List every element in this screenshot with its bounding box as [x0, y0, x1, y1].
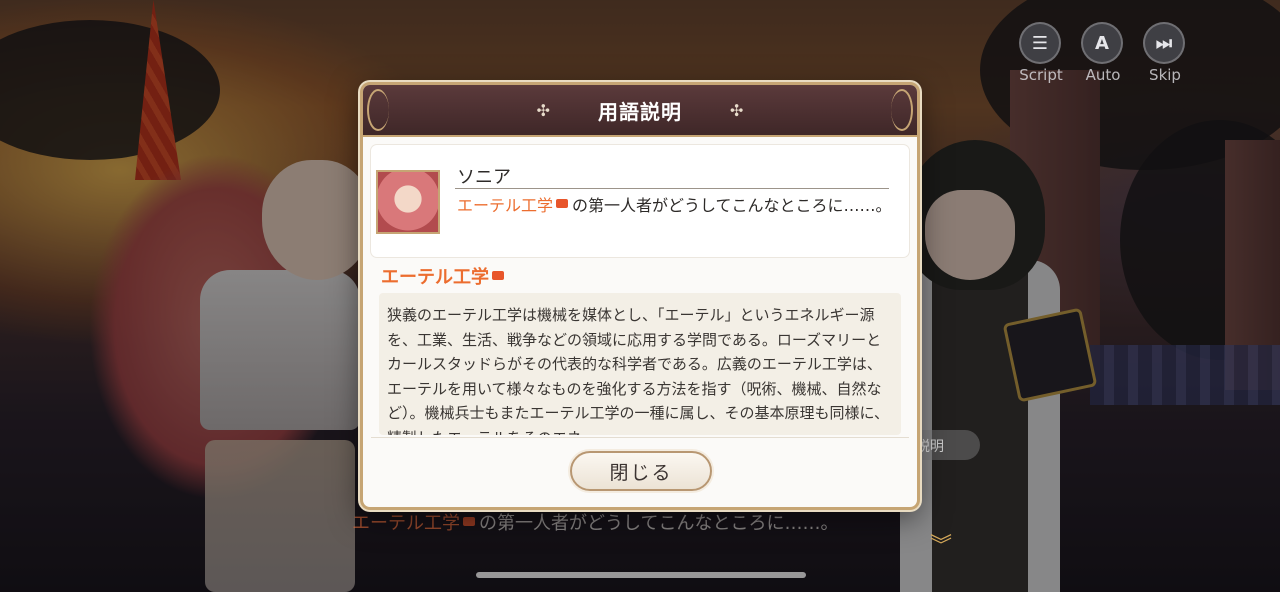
speaker-card: ソニア エーテル工学 の第一人者がどうしてこんなところに……。: [371, 145, 909, 257]
note-icon: [492, 271, 504, 280]
speaker-name: ソニア: [457, 167, 511, 188]
glossary-dialog: ✣ 用語説明 ✣ ソニア エーテル工学 の第一人者がどうしてこんなところに……。 …: [360, 82, 920, 510]
auto-button[interactable]: A Auto: [1081, 22, 1125, 84]
corner-ornament-icon: [367, 89, 389, 131]
speaker-portrait: [376, 170, 440, 234]
speaker-line-term[interactable]: エーテル工学: [457, 196, 553, 215]
speaker-line-text: の第一人者がどうしてこんなところに……。: [572, 196, 892, 215]
term-description-text: 狭義のエーテル工学は機械を媒体とし、「エーテル」というエネルギー源を、工業、生活…: [387, 306, 890, 435]
script-button[interactable]: ☰ Script: [1019, 22, 1063, 84]
term-title: エーテル工学: [381, 263, 508, 289]
home-indicator: [476, 572, 806, 578]
background-dialogue: エーテル工学 の第一人者がどうしてこんなところに……。: [352, 509, 838, 535]
background-dialogue-term: エーテル工学: [352, 513, 460, 534]
next-arrow-icon: ︾: [930, 534, 953, 559]
skip-icon: ⏭: [1143, 22, 1185, 64]
background-dialogue-text: の第一人者がどうしてこんなところに……。: [479, 513, 839, 534]
corner-ornament-icon: [891, 89, 913, 131]
background-chip-label: 説明: [916, 439, 944, 455]
skip-button[interactable]: ⏭ Skip: [1143, 22, 1187, 84]
skip-label: Skip: [1149, 66, 1181, 84]
ornament-left-icon: ✣: [536, 100, 550, 120]
speaker-line: エーテル工学 の第一人者がどうしてこんなところに……。: [457, 193, 897, 219]
auto-play-icon: A: [1081, 22, 1123, 64]
name-divider: [455, 188, 889, 189]
close-button[interactable]: 閉じる: [570, 451, 712, 491]
term-title-text: エーテル工学: [381, 267, 489, 288]
footer-divider: [371, 437, 909, 438]
note-icon: [463, 517, 475, 526]
ornament-right-icon: ✣: [730, 100, 744, 120]
dialog-header: ✣ 用語説明 ✣: [363, 85, 917, 137]
dialog-title: 用語説明: [598, 99, 682, 124]
note-icon: [556, 199, 569, 208]
script-menu-icon: ☰: [1019, 22, 1061, 64]
auto-label: Auto: [1085, 66, 1121, 84]
script-label: Script: [1019, 66, 1063, 84]
term-description[interactable]: 狭義のエーテル工学は機械を媒体とし、「エーテル」というエネルギー源を、工業、生活…: [379, 293, 901, 435]
